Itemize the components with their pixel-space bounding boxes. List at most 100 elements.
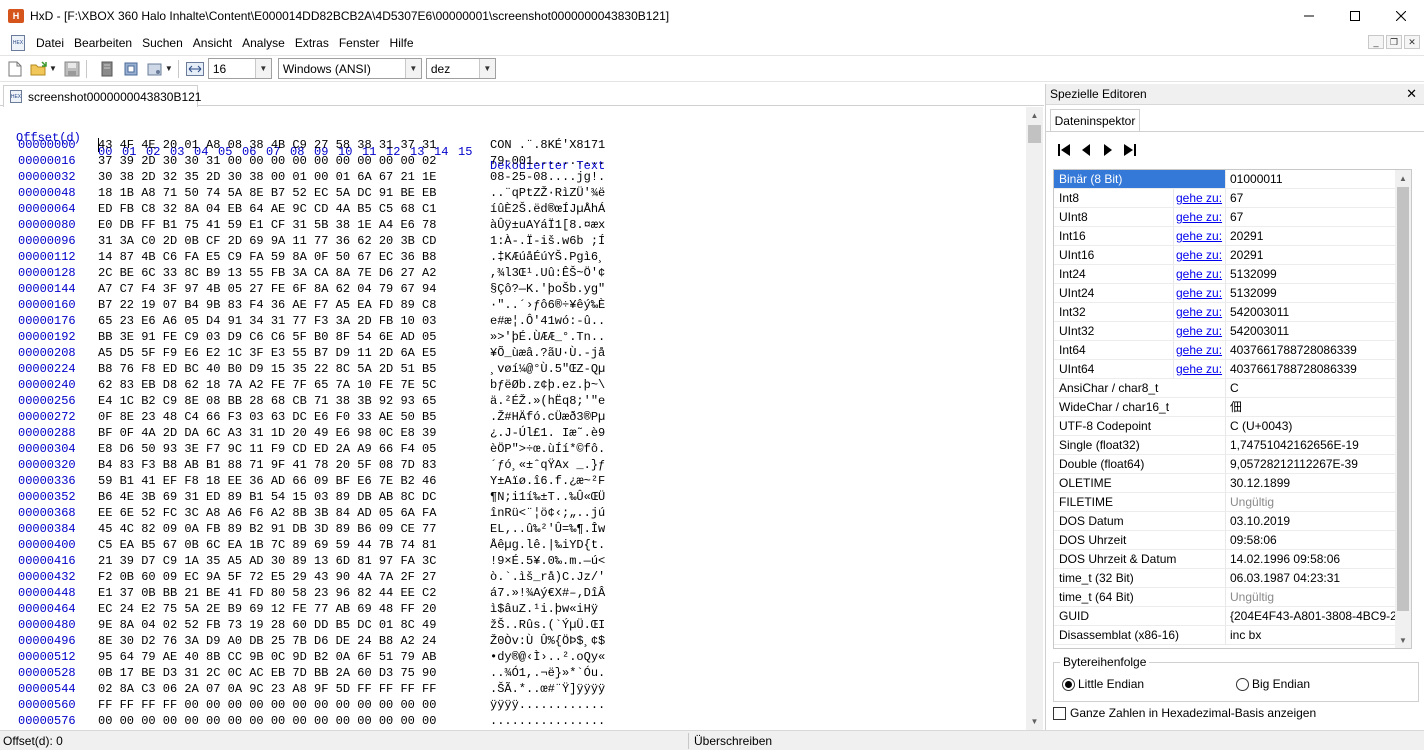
scroll-down-arrow-icon[interactable]: ▼ (1395, 632, 1411, 648)
hex-editor[interactable]: Offset(d) 00 01 02 03 04 05 06 07 08 09 10 11 12 13 14… (0, 107, 1044, 730)
row-bytes[interactable]: C5 EA B5 67 0B 6C EA 1B 7C 89 69 59 44 7… (98, 538, 436, 552)
chevron-down-icon[interactable]: ▼ (478, 59, 495, 78)
little-endian-option[interactable]: Little Endian (1062, 677, 1144, 691)
goto-link[interactable]: gehe zu: (1174, 322, 1226, 341)
inspector-row[interactable]: time_t (32 Bit) 06.03.1987 04:23:31 (1054, 569, 1401, 588)
inspector-value[interactable]: 4037661788728086339 (1226, 360, 1401, 379)
tab-data-inspector[interactable]: Dateninspektor (1050, 109, 1140, 132)
charset-combo[interactable]: Windows (ANSI) ▼ (277, 58, 422, 79)
big-endian-radio[interactable] (1236, 677, 1249, 691)
row-bytes[interactable]: BB 3E 91 FE C9 03 D9 C6 C6 5F B0 8F 54 6… (98, 330, 436, 344)
goto-link[interactable]: gehe zu: (1174, 208, 1226, 227)
row-decoded-text[interactable]: ì$âuZ.¹i.þw«iHÿ (490, 602, 605, 616)
inspector-value[interactable]: 67 (1226, 189, 1401, 208)
row-bytes[interactable]: 8E 30 D2 76 3A D9 A0 DB 25 7B D6 DE 24 B… (98, 634, 436, 648)
open-dropdown-arrow-icon[interactable]: ▼ (49, 64, 57, 73)
row-decoded-text[interactable]: 1:À-.Ï-iš.w6b ;Í (490, 234, 605, 248)
row-decoded-text[interactable]: íûÈ2Š.ëd®œÍJµÅhÁ (490, 202, 605, 216)
previous-byte-button[interactable] (1078, 143, 1094, 157)
row-bytes[interactable]: EC 24 E2 75 5A 2E B9 69 12 FE 77 AB 69 4… (98, 602, 436, 616)
panel-close-icon[interactable]: ✕ (1406, 86, 1417, 102)
row-decoded-text[interactable]: ¸vøí¼@°Ù.5"ŒZ-Qµ (490, 362, 605, 376)
save-button[interactable] (63, 60, 81, 78)
menu-hilfe[interactable]: Hilfe (385, 31, 419, 55)
row-decoded-text[interactable]: Åêµg.lê.|‰iYD{t. (490, 538, 605, 552)
inspector-value[interactable]: 06.03.1987 04:23:31 (1226, 569, 1401, 588)
row-bytes[interactable]: 59 B1 41 EF F8 18 EE 36 AD 66 09 BF E6 7… (98, 474, 436, 488)
inspector-value[interactable]: Ungültig (1226, 493, 1401, 512)
goto-link[interactable]: gehe zu: (1174, 341, 1226, 360)
inspector-row[interactable]: Int8 gehe zu: 67 (1054, 189, 1401, 208)
menu-extras[interactable]: Extras (290, 31, 334, 55)
inspector-value[interactable]: 01000011 (1226, 170, 1401, 189)
inspector-value[interactable]: 佃 (1226, 398, 1401, 417)
row-decoded-text[interactable]: •dy®@‹Ì›..².oQy« (490, 650, 605, 664)
row-bytes[interactable]: BF 0F 4A 2D DA 6C A3 31 1D 20 49 E6 98 0… (98, 426, 436, 440)
first-byte-button[interactable] (1056, 143, 1072, 157)
row-decoded-text[interactable]: ,¾l3Œ¹.Uû:ÊŠ~Ö'¢ (490, 266, 605, 280)
row-bytes[interactable]: 62 83 EB D8 62 18 7A A2 FE 7F 65 7A 10 F… (98, 378, 436, 392)
inspector-row[interactable]: UInt8 gehe zu: 67 (1054, 208, 1401, 227)
open-file-button[interactable] (30, 60, 48, 78)
inspector-value[interactable]: 30.12.1899 (1226, 474, 1401, 493)
status-mode[interactable]: Überschreiben (694, 734, 772, 748)
row-decoded-text[interactable]: bƒëØb.z¢þ.ez.þ~\ (490, 378, 605, 392)
row-bytes[interactable]: 45 4C 82 09 0A FB 89 B2 91 DB 3D 89 B6 0… (98, 522, 436, 536)
mdi-restore-button[interactable]: ❐ (1386, 35, 1402, 49)
inspector-row[interactable]: Double (float64) 9,05728212112267E-39 (1054, 455, 1401, 474)
mdi-minimize-button[interactable]: _ (1368, 35, 1384, 49)
hex-base-checkbox[interactable] (1053, 706, 1066, 720)
inspector-value[interactable]: 03.10.2019 (1226, 512, 1401, 531)
disk-editor-button[interactable] (146, 60, 164, 78)
row-bytes[interactable]: B8 76 F8 ED BC 40 B0 D9 15 35 22 8C 5A 2… (98, 362, 436, 376)
scroll-thumb[interactable] (1028, 125, 1041, 143)
scroll-down-arrow-icon[interactable]: ▼ (1026, 713, 1043, 730)
big-endian-option[interactable]: Big Endian (1236, 677, 1310, 691)
row-decoded-text[interactable]: ..¾Ó1,.¬ë}»*`Óu. (490, 666, 605, 680)
inspector-value[interactable]: {204E4F43-A801-3808-4BC9-275 (1226, 607, 1401, 626)
row-bytes[interactable]: B7 22 19 07 B4 9B 83 F4 36 AE F7 A5 EA F… (98, 298, 436, 312)
menu-suchen[interactable]: Suchen (137, 31, 188, 55)
row-bytes[interactable]: 0B 17 BE D3 31 2C 0C AC EB 7D BB 2A 60 D… (98, 666, 436, 680)
row-bytes[interactable]: 18 1B A8 71 50 74 5A 8E B7 52 EC 5A DC 9… (98, 186, 436, 200)
inspector-value[interactable]: 14.02.1996 09:58:06 (1226, 550, 1401, 569)
row-decoded-text[interactable]: Y±Aïø.î6.f.¿æ~²F (490, 474, 605, 488)
row-bytes[interactable]: E8 D6 50 93 3E F7 9C 11 F9 CD ED 2A A9 6… (98, 442, 436, 456)
hxd-app-icon[interactable]: H (8, 8, 24, 23)
row-decoded-text[interactable]: ·"..´›ƒô6®÷¥êý‰È (490, 298, 605, 312)
row-bytes[interactable]: 00 00 00 00 00 00 00 00 00 00 00 00 00 0… (98, 714, 436, 728)
row-bytes[interactable]: E4 1C B2 C9 8E 08 BB 28 68 CB 71 38 3B 9… (98, 394, 436, 408)
inspector-row[interactable]: OLETIME 30.12.1899 (1054, 474, 1401, 493)
inspector-row[interactable]: UInt32 gehe zu: 542003011 (1054, 322, 1401, 341)
row-bytes[interactable]: 30 38 2D 32 35 2D 30 38 00 01 00 01 6A 6… (98, 170, 436, 184)
document-system-icon[interactable]: HEX (11, 35, 25, 51)
row-decoded-text[interactable]: ò.`.ìš_rå)C.Jz/' (490, 570, 605, 584)
inspector-value[interactable]: 4037661788728086339 (1226, 341, 1401, 360)
row-bytes[interactable]: 21 39 D7 C9 1A 35 A5 AD 30 89 13 6D 81 9… (98, 554, 436, 568)
goto-link[interactable]: gehe zu: (1174, 265, 1226, 284)
hex-base-option[interactable]: Ganze Zahlen in Hexadezimal-Basis anzeig… (1053, 706, 1316, 720)
row-decoded-text[interactable]: ¶N;i1í‰±T..‰Û«ŒÜ (490, 490, 605, 504)
disk-dropdown-arrow-icon[interactable]: ▼ (165, 64, 173, 73)
scroll-up-arrow-icon[interactable]: ▲ (1026, 107, 1043, 124)
menu-datei[interactable]: Datei (31, 31, 69, 55)
row-bytes[interactable]: 0F 8E 23 48 C4 66 F3 03 63 DC E6 F0 33 A… (98, 410, 436, 424)
inspector-value[interactable]: inc bx (1226, 626, 1401, 645)
row-decoded-text[interactable]: ´ƒó¸«±ˆqŸAx _.}ƒ (490, 458, 605, 472)
row-bytes[interactable]: F2 0B 60 09 EC 9A 5F 72 E5 29 43 90 4A 7… (98, 570, 436, 584)
row-bytes[interactable]: A7 C7 F4 3F 97 4B 05 27 FE 6F 8A 62 04 7… (98, 282, 436, 296)
inspector-row[interactable]: Int16 gehe zu: 20291 (1054, 227, 1401, 246)
row-bytes[interactable]: E1 37 0B BB 21 BE 41 FD 80 58 23 96 82 4… (98, 586, 436, 600)
row-decoded-text[interactable]: »>'þÉ.ÙÆÆ_°.Tn.. (490, 330, 605, 344)
inspector-row[interactable]: DOS Datum 03.10.2019 (1054, 512, 1401, 531)
document-tab[interactable]: HEX screenshot0000000043830B121 (3, 85, 201, 107)
row-bytes[interactable]: B6 4E 3B 69 31 ED 89 B1 54 15 03 89 DB A… (98, 490, 436, 504)
inspector-row[interactable]: UTF-8 Codepoint C (U+0043) (1054, 417, 1401, 436)
inspector-value[interactable]: 542003011 (1226, 303, 1401, 322)
inspector-row[interactable]: Int32 gehe zu: 542003011 (1054, 303, 1401, 322)
row-decoded-text[interactable]: .Ž#HÄfó.cÜæð3®Pµ (490, 410, 605, 424)
row-decoded-text[interactable]: §Çô?—K.'þoŠb.yg" (490, 282, 605, 296)
inspector-value[interactable]: 20291 (1226, 246, 1401, 265)
mdi-close-button[interactable]: ✕ (1404, 35, 1420, 49)
row-bytes[interactable]: 2C BE 6C 33 8C B9 13 55 FB 3A CA 8A 7E D… (98, 266, 436, 280)
